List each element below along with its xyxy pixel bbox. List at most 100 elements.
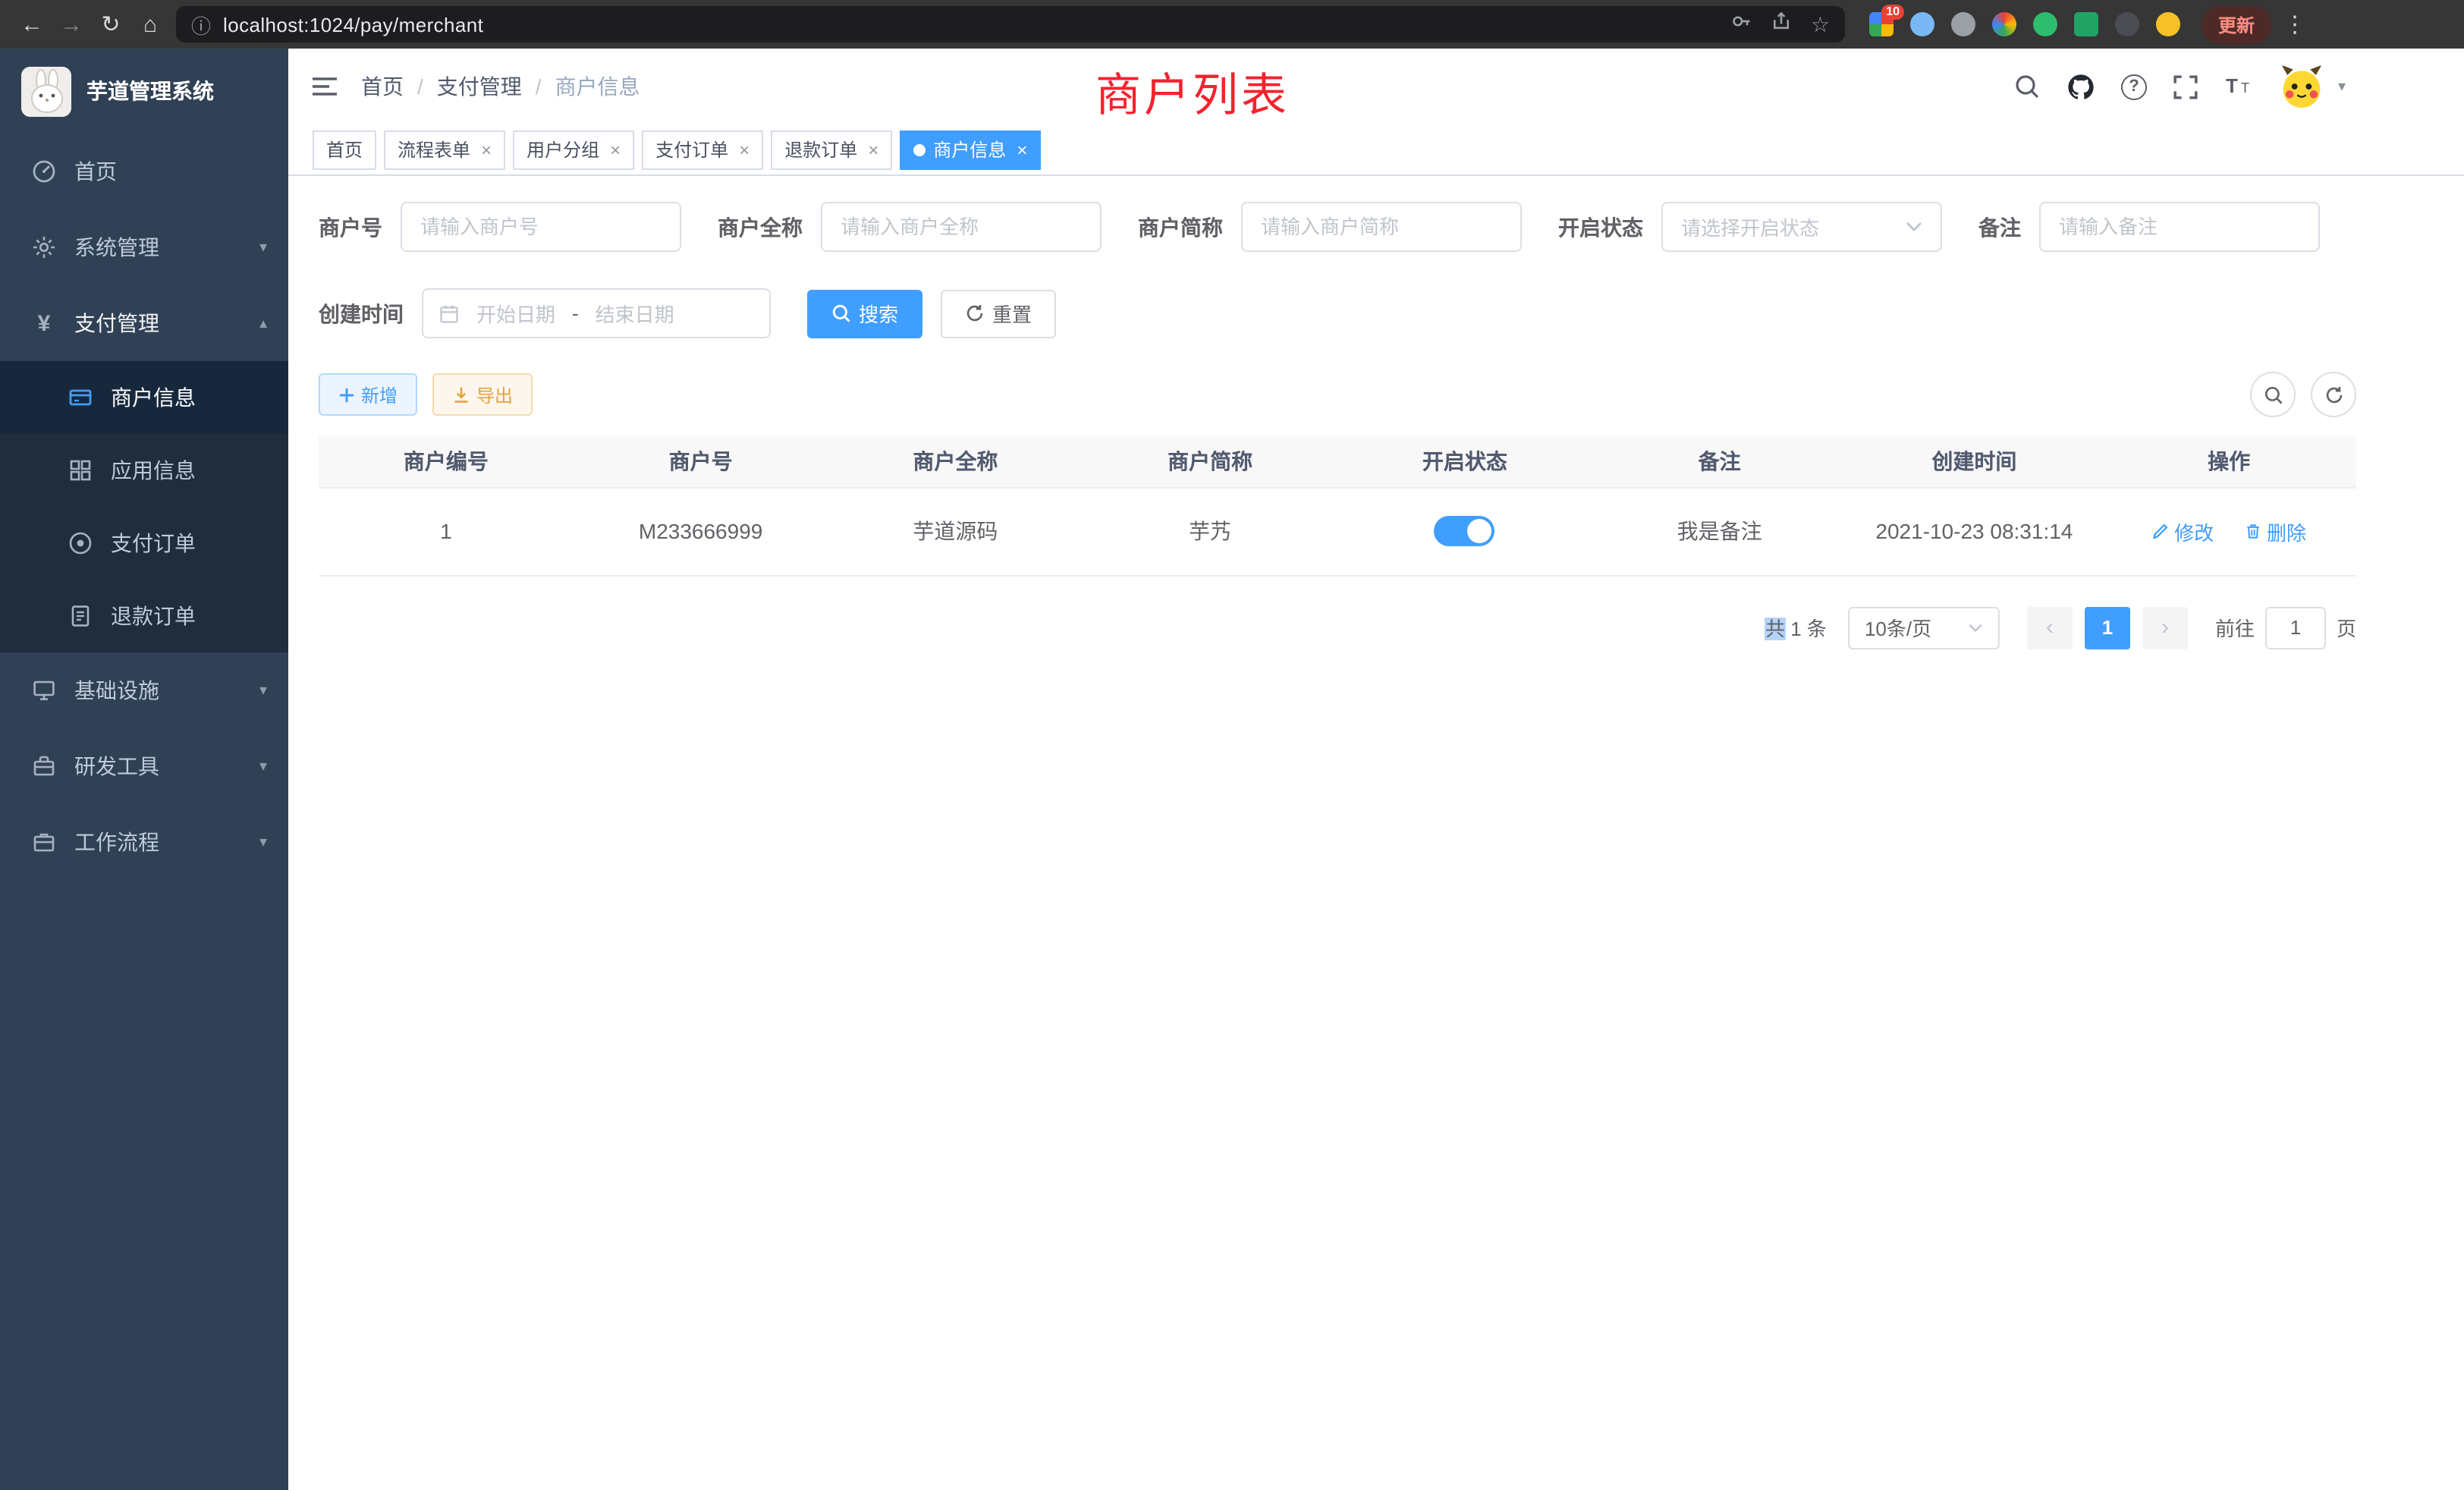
extension-icon[interactable]	[2115, 12, 2139, 36]
merchant-no-label: 商户号	[319, 212, 382, 242]
merchant-shortname-input[interactable]	[1261, 215, 1502, 238]
tab-close-icon[interactable]: ×	[610, 139, 621, 160]
export-button[interactable]: 导出	[432, 373, 533, 416]
extension-icon[interactable]	[1992, 12, 2016, 36]
user-menu-caret-icon[interactable]: ▾	[2338, 78, 2346, 95]
search-button[interactable]: 搜索	[807, 289, 922, 338]
extension-icon[interactable]	[2033, 12, 2057, 36]
end-date-placeholder: 结束日期	[588, 299, 682, 328]
breadcrumb-home[interactable]: 首页	[361, 71, 404, 102]
browser-update-button[interactable]: 更新	[2202, 5, 2271, 43]
tab-close-icon[interactable]: ×	[739, 139, 750, 160]
toggle-search-icon-button[interactable]	[2250, 372, 2296, 417]
browser-menu-icon[interactable]: ⋮	[2283, 11, 2306, 38]
sidebar-item-refund-order[interactable]: 退款订单	[0, 580, 288, 652]
extension-icon[interactable]: 10	[1869, 12, 1894, 36]
tab-close-icon[interactable]: ×	[1017, 139, 1027, 160]
refresh-icon-button[interactable]	[2311, 372, 2356, 417]
page-size-select[interactable]: 10条/页	[1848, 606, 2000, 649]
tab-close-icon[interactable]: ×	[868, 139, 878, 160]
tab-label: 用户分组	[526, 137, 599, 162]
fullscreen-icon[interactable]	[2173, 74, 2198, 99]
sidebar-item-label: 应用信息	[111, 455, 267, 486]
breadcrumb-payment[interactable]: 支付管理	[437, 71, 522, 102]
sidebar-item-workflow[interactable]: 工作流程 ▾	[0, 804, 288, 880]
breadcrumb: 首页 / 支付管理 / 商户信息	[361, 71, 640, 102]
chevron-down-icon: ▾	[259, 834, 267, 850]
sidebar-item-merchant-info[interactable]: 商户信息	[0, 361, 288, 434]
tab-pay-order[interactable]: 支付订单×	[642, 130, 763, 169]
create-time-range-picker[interactable]: 开始日期 - 结束日期	[422, 288, 771, 338]
sidebar-item-label: 基础设施	[74, 675, 259, 706]
tab-label: 流程表单	[398, 137, 470, 162]
cell-remark: 我是备注	[1592, 487, 1847, 575]
reset-button[interactable]: 重置	[941, 289, 1056, 338]
chevron-down-icon: ▾	[259, 239, 267, 256]
help-icon[interactable]: ?	[2121, 74, 2147, 99]
sidebar-item-app-info[interactable]: 应用信息	[0, 434, 288, 507]
font-size-icon[interactable]: TT	[2224, 74, 2253, 99]
col-full-name: 商户全称	[828, 435, 1083, 487]
chevron-down-icon	[1906, 222, 1922, 232]
selected-text: 共	[1765, 618, 1785, 640]
user-avatar[interactable]	[2279, 64, 2324, 109]
tab-home[interactable]: 首页	[313, 130, 376, 169]
share-icon[interactable]	[1771, 10, 1793, 39]
remark-label: 备注	[1978, 212, 2021, 242]
sidebar-item-pay-order[interactable]: 支付订单	[0, 507, 288, 580]
cell-status	[1337, 487, 1592, 575]
breadcrumb-separator: /	[536, 74, 542, 99]
tab-close-icon[interactable]: ×	[481, 139, 492, 160]
github-icon[interactable]	[2066, 72, 2095, 101]
status-select[interactable]: 请选择开启状态	[1661, 202, 1942, 252]
tab-process-form[interactable]: 流程表单 ×	[384, 130, 505, 169]
browser-reload-icon[interactable]: ↻	[91, 5, 130, 44]
remark-input[interactable]	[2059, 215, 2300, 238]
menu-fold-icon[interactable]	[310, 71, 340, 102]
browser-home-icon[interactable]: ⌂	[130, 5, 170, 44]
browser-forward-icon[interactable]: →	[52, 5, 91, 44]
site-info-icon[interactable]: ⓘ	[191, 10, 211, 39]
sidebar-item-label: 支付管理	[74, 308, 259, 338]
browser-back-icon[interactable]: ←	[12, 5, 52, 44]
goto-page-input[interactable]	[2265, 606, 2326, 649]
extension-icon[interactable]	[1910, 12, 1934, 36]
date-range-separator: -	[572, 302, 579, 325]
merchant-no-input[interactable]	[420, 215, 662, 238]
sidebar-item-infrastructure[interactable]: 基础设施 ▾	[0, 652, 288, 728]
prev-page-button[interactable]: ‹	[2027, 606, 2073, 649]
browser-profile-avatar[interactable]	[2156, 12, 2180, 36]
search-form-row-1: 商户号 商户全称 商户简称 开启状态	[319, 202, 2356, 252]
tab-merchant-info[interactable]: 商户信息 ×	[900, 130, 1041, 169]
tab-label: 商户信息	[933, 137, 1006, 162]
status-toggle[interactable]	[1435, 516, 1495, 546]
tab-refund-order[interactable]: 退款订单×	[771, 130, 892, 169]
delete-button[interactable]: 删除	[2244, 517, 2306, 545]
reset-button-label: 重置	[992, 299, 1032, 328]
next-page-button[interactable]: ›	[2142, 606, 2188, 649]
extension-icon[interactable]	[1951, 12, 1975, 36]
header-search-icon[interactable]	[2013, 73, 2041, 100]
extension-icon[interactable]	[2074, 12, 2098, 36]
cell-merchant-no: M233666999	[574, 487, 828, 575]
sidebar-item-home[interactable]: 首页	[0, 134, 288, 209]
sidebar-item-devtools[interactable]: 研发工具 ▾	[0, 728, 288, 804]
edit-button-label: 修改	[2174, 517, 2214, 545]
svg-text:T: T	[2226, 74, 2238, 97]
merchant-fullname-input[interactable]	[841, 215, 1082, 238]
bookmark-star-icon[interactable]: ☆	[1811, 11, 1830, 37]
add-button[interactable]: 新增	[319, 373, 417, 416]
tab-user-group[interactable]: 用户分组 ×	[513, 130, 634, 169]
edit-button[interactable]: 修改	[2151, 517, 2214, 545]
sidebar-item-system[interactable]: 系统管理 ▾	[0, 209, 288, 285]
sidebar-item-payment[interactable]: ¥ 支付管理 ▾	[0, 285, 288, 361]
add-button-label: 新增	[361, 382, 398, 407]
page-1-button[interactable]: 1	[2085, 606, 2130, 649]
sidebar-item-label: 研发工具	[74, 751, 259, 781]
breadcrumb-current: 商户信息	[555, 71, 640, 102]
table-header-row: 商户编号 商户号 商户全称 商户简称 开启状态 备注 创建时间 操作	[319, 435, 2356, 487]
merchant-fullname-input-wrap	[821, 202, 1102, 252]
password-key-icon[interactable]	[1732, 10, 1753, 39]
pagination-total: 共 1 条	[1765, 613, 1827, 642]
address-bar[interactable]: ⓘ localhost:1024/pay/merchant ☆	[176, 6, 1845, 42]
